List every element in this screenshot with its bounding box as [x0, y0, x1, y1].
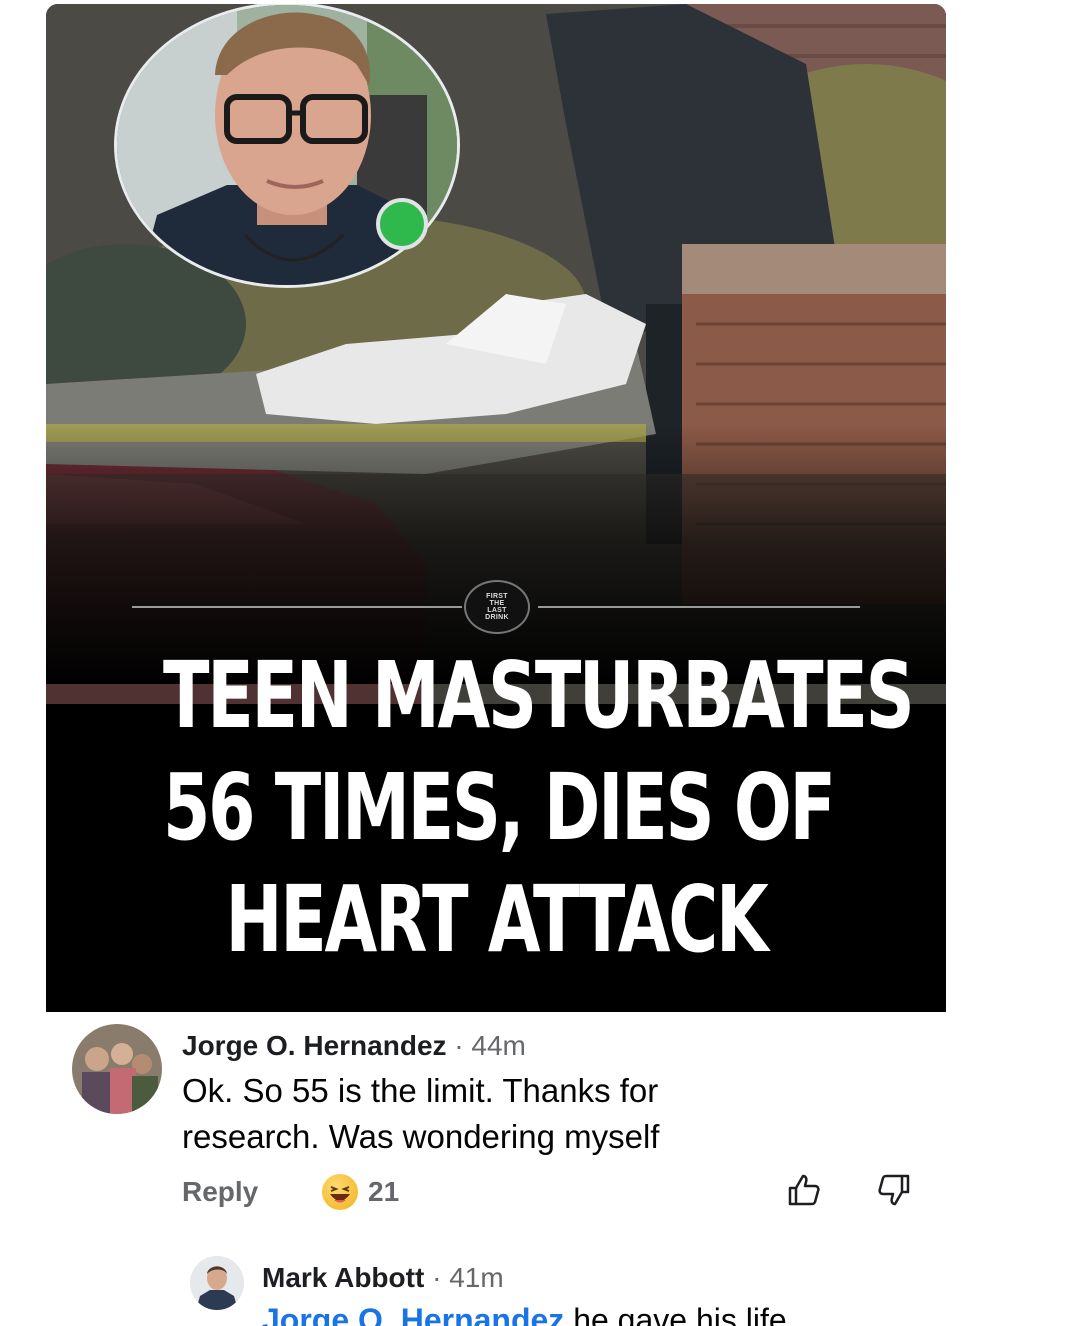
thumbs-down-icon[interactable]	[874, 1170, 914, 1210]
logo-text-3: LAST	[487, 607, 507, 614]
post-image[interactable]: FIRST THE LAST DRINK TEEN MASTURBATES 56…	[46, 4, 946, 1012]
reply-text: he gave his life	[573, 1302, 787, 1326]
headline-divider-right	[538, 606, 860, 608]
comment-body: Ok. So 55 is the limit. Thanks for resea…	[182, 1068, 659, 1160]
thumbs-up-glyph	[788, 1174, 820, 1206]
comment-line: Ok. So 55 is the limit. Thanks for	[182, 1072, 659, 1109]
separator-dot: ·	[432, 1262, 442, 1293]
comment-header: Jorge O. Hernandez · 44m	[182, 1028, 526, 1064]
thumbs-up-icon[interactable]	[784, 1170, 824, 1210]
laughing-emoji-icon[interactable]	[322, 1174, 358, 1210]
online-indicator-icon	[376, 198, 428, 250]
headline-line: TEEN MASTURBATES	[163, 642, 915, 749]
reply-mention-link[interactable]: Jorge O. Hernandez	[262, 1302, 564, 1326]
post-card: FIRST THE LAST DRINK TEEN MASTURBATES 56…	[46, 4, 946, 1326]
avatar[interactable]	[190, 1256, 244, 1310]
person-avatar	[190, 1256, 244, 1310]
headline-line: HEART ATTACK	[225, 866, 768, 973]
laughing-emoji-glyph	[330, 1186, 350, 1203]
group-photo-avatar	[72, 1024, 162, 1114]
comment: Jorge O. Hernandez · 44m Ok. So 55 is th…	[46, 1012, 946, 1232]
comment-author[interactable]: Jorge O. Hernandez	[182, 1030, 447, 1061]
reply-author[interactable]: Mark Abbott	[262, 1262, 424, 1293]
logo-text-1: FIRST	[486, 593, 508, 600]
avatar[interactable]	[72, 1024, 162, 1114]
separator-dot: ·	[454, 1030, 464, 1061]
reply-timestamp[interactable]: 41m	[449, 1262, 503, 1293]
headline-line: 56 TIMES, DIES OF	[163, 754, 836, 861]
comment-line: research. Was wondering myself	[182, 1118, 660, 1155]
post-headline: TEEN MASTURBATES 56 TIMES, DIES OF HEART…	[163, 640, 915, 976]
reply-header: Mark Abbott · 41m	[262, 1260, 504, 1296]
reply-body: Jorge O. Hernandez he gave his life	[262, 1300, 787, 1326]
logo-text-4: DRINK	[485, 614, 509, 621]
reply-button[interactable]: Reply	[182, 1176, 258, 1208]
logo-text-2: THE	[489, 600, 505, 607]
reaction-count: 21	[368, 1176, 400, 1207]
publisher-logo: FIRST THE LAST DRINK	[464, 580, 530, 634]
comment-actions: Reply 21	[182, 1174, 922, 1216]
thumbs-down-glyph	[878, 1174, 910, 1206]
headline-divider-left	[132, 606, 462, 608]
comment-timestamp[interactable]: 44m	[471, 1030, 525, 1061]
